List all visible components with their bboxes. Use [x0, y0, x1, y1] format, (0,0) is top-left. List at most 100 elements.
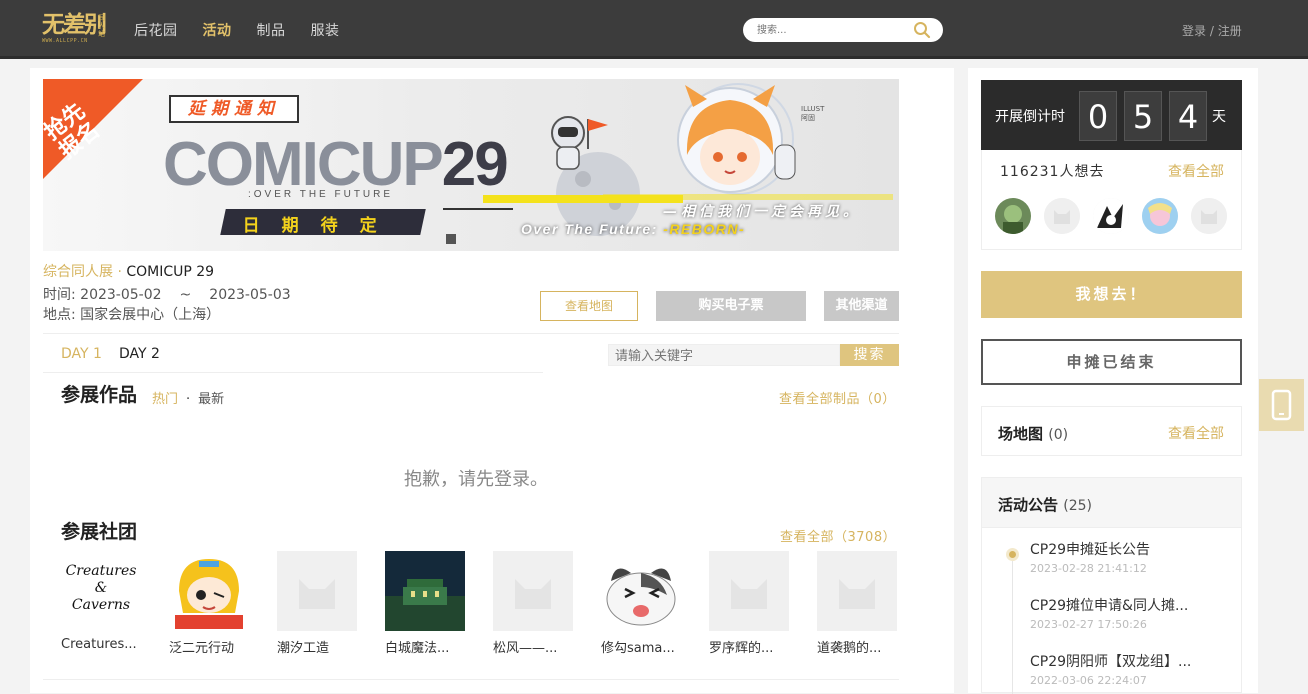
venue-map-box: 场地图 (0) 查看全部 — [981, 406, 1242, 456]
announcement-date: 2023-02-28 21:41:12 — [1030, 562, 1147, 575]
announcement-date: 2022-03-06 22:24:07 — [1030, 674, 1147, 687]
creatures-logo-line1: Creatures — [65, 563, 137, 579]
nav-garden[interactable]: 后花园 — [134, 20, 178, 40]
search-input[interactable] — [757, 22, 907, 38]
login-link[interactable]: 登录 — [1182, 24, 1206, 38]
banner-slogan: —相信我们一定会再见。 — [663, 204, 861, 220]
site-logo[interactable]: 无差别 WWW.ALLCPP.CN 同人站 — [42, 12, 108, 46]
reborn-text: Over The Future: — [521, 221, 664, 237]
event-banner[interactable]: 抢先报名 延期通知 COMICUP29 :OVER THE FUTURE 日期待… — [43, 79, 899, 251]
club-card[interactable]: 潮汐工造 — [277, 551, 357, 656]
astronaut-illustration — [551, 116, 608, 170]
announcements-count: (25) — [1063, 498, 1092, 514]
other-channels-button[interactable]: 其他渠道 — [824, 291, 899, 321]
venue-map-title: 场地图 (0) — [998, 423, 1068, 444]
cat-placeholder-icon — [299, 579, 335, 609]
keyword-search-button[interactable]: 搜索 — [840, 344, 899, 366]
banner-illustrator: ILLUST 阿固 — [801, 105, 824, 123]
nav-products[interactable]: 制品 — [257, 20, 286, 40]
club-avatar-image — [385, 551, 465, 631]
event-time: 时间: 2023-05-02 ~2023-05-03 — [43, 284, 291, 304]
club-name: 泛二元行动 — [169, 641, 235, 656]
club-name: 潮汐工造 — [277, 641, 330, 656]
club-thumb-creatures: Creatures & Caverns — [61, 551, 141, 631]
time-label: 时间: — [43, 287, 76, 303]
keyword-input[interactable] — [609, 346, 839, 367]
tab-day2[interactable]: DAY 2 — [119, 346, 160, 362]
club-card[interactable]: 修勾sama... — [601, 551, 681, 656]
event-place: 地点: 国家会展中心（上海） — [43, 304, 220, 324]
timeline-dot-active — [1006, 548, 1019, 561]
want-to-go-box: 116231人想去 查看全部 — [981, 150, 1242, 250]
club-card[interactable]: 泛二元行动 — [169, 551, 249, 656]
club-thumb-dog — [601, 551, 681, 631]
club-card[interactable]: 松风——... — [493, 551, 573, 656]
event-heading: 综合同人展 · COMICUP 29 — [43, 261, 214, 281]
logo-subtext: WWW.ALLCPP.CN — [42, 38, 88, 44]
event-name: COMICUP 29 — [126, 264, 215, 280]
announcement-item[interactable]: CP29摊位申请&同人摊... 2023-02-27 17:50:26 — [1030, 595, 1230, 631]
timeline-line — [1012, 548, 1013, 694]
character-illustration — [677, 85, 796, 193]
view-all-clubs-link[interactable]: 查看全部（3708） — [780, 526, 896, 545]
countdown-label: 开展倒计时 — [995, 109, 1065, 125]
club-thumb-placeholder — [277, 551, 357, 631]
club-card[interactable]: 道袭鹅的... — [817, 551, 897, 656]
avatar[interactable] — [1044, 198, 1080, 234]
view-all-works-link[interactable]: 查看全部制品（0） — [779, 388, 896, 407]
time-start: 2023-05-02 — [80, 287, 162, 303]
venue-map-label: 场地图 — [998, 425, 1044, 443]
view-map-button[interactable]: 查看地图 — [540, 291, 638, 321]
announcement-item[interactable]: CP29阴阳师【双龙组】... 2022-03-06 22:24:07 — [1030, 651, 1230, 687]
buy-ticket-button[interactable]: 购买电子票 — [656, 291, 806, 321]
want-count: 116231人想去 — [1000, 164, 1105, 180]
club-name: 修勾sama... — [601, 641, 675, 656]
club-card[interactable]: Creatures & Caverns Creatures... — [61, 551, 141, 652]
countdown-unit: 天 — [1212, 109, 1226, 125]
club-thumb-placeholder — [817, 551, 897, 631]
works-title: 参展作品 — [61, 384, 138, 406]
place-value: 国家会展中心（上海） — [80, 307, 221, 323]
search-icon[interactable] — [913, 21, 931, 39]
club-thumb-night — [385, 551, 465, 631]
auth-separator: / — [1206, 24, 1218, 38]
countdown-digit: 5 — [1124, 91, 1162, 141]
club-thumb-popteam — [169, 551, 249, 631]
main-nav: 后花园 活动 制品 服装 — [134, 20, 365, 40]
mobile-view-button[interactable] — [1259, 379, 1304, 431]
announcements-box: 活动公告 (25) CP29申摊延长公告 2023-02-28 21:41:12… — [981, 477, 1242, 694]
sort-new[interactable]: 最新 — [198, 392, 224, 407]
view-all-maps-link[interactable]: 查看全部 — [1168, 423, 1224, 443]
avatar[interactable] — [1093, 198, 1129, 234]
cat-placeholder-icon — [731, 579, 767, 609]
club-avatar-image — [175, 559, 243, 629]
want-to-go-button[interactable]: 我想去！ — [981, 271, 1242, 318]
nav-events[interactable]: 活动 — [203, 20, 232, 40]
time-tilde: ~ — [179, 287, 192, 303]
banner-date-pending: 日期待定 — [242, 216, 399, 236]
event-category[interactable]: 综合同人展 — [43, 264, 113, 280]
banner-subtitle: :OVER THE FUTURE — [248, 189, 394, 200]
sort-dot: · — [186, 392, 191, 407]
club-card[interactable]: 罗序辉的... — [709, 551, 789, 656]
avatar[interactable] — [1191, 198, 1227, 234]
nav-costume[interactable]: 服装 — [311, 20, 340, 40]
club-name: 罗序辉的... — [709, 641, 774, 656]
works-sort: 热门 · 最新 — [152, 388, 224, 407]
creatures-logo-line2: & — [94, 580, 108, 596]
avatar[interactable] — [995, 198, 1031, 234]
tab-day1[interactable]: DAY 1 — [61, 346, 102, 362]
club-card[interactable]: 白城魔法... — [385, 551, 465, 656]
avatar[interactable] — [1142, 198, 1178, 234]
countdown-box: 开展倒计时 0 5 4 天 — [981, 80, 1242, 150]
sort-hot[interactable]: 热门 — [152, 392, 178, 407]
site-search — [743, 18, 943, 42]
announcement-item[interactable]: CP29申摊延长公告 2023-02-28 21:41:12 — [1030, 539, 1230, 575]
announcement-title: CP29摊位申请&同人摊... — [1030, 598, 1189, 614]
mobile-phone-icon — [1271, 389, 1292, 421]
booth-application-ended-button[interactable]: 申摊已结束 — [981, 339, 1242, 385]
view-all-wanters-link[interactable]: 查看全部 — [1168, 161, 1224, 181]
announcement-title: CP29申摊延长公告 — [1030, 542, 1151, 558]
illust-label: ILLUST — [801, 105, 825, 113]
register-link[interactable]: 注册 — [1218, 24, 1242, 38]
